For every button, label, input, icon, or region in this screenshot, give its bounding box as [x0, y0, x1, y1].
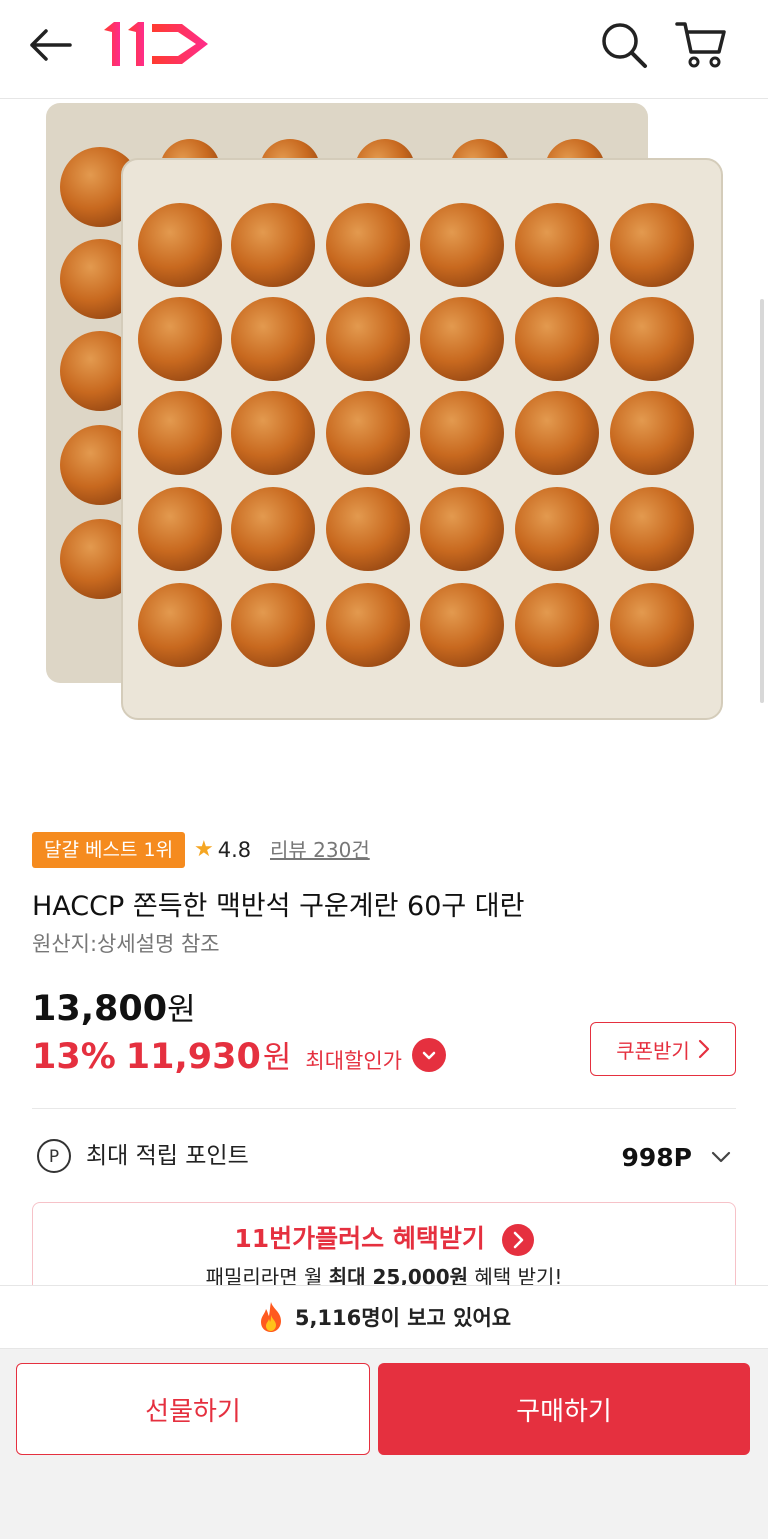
egg — [515, 297, 599, 381]
coupon-button-label: 쿠폰받기 — [616, 1038, 690, 1063]
product-image[interactable] — [0, 99, 768, 799]
egg — [138, 487, 222, 571]
best-badge: 달걀 베스트 1위 — [32, 832, 186, 868]
rating: ★ 4.8 — [194, 832, 251, 868]
points-label: 최대 적립 포인트 — [86, 1143, 249, 1169]
image-scrollbar[interactable] — [760, 299, 764, 703]
egg-tray-image — [46, 103, 723, 720]
egg — [231, 583, 315, 667]
egg — [420, 203, 504, 287]
bottom-action-area: 5,116명이 보고 있어요 선물하기 구매하기 — [0, 1285, 768, 1539]
sale-price-row: 13% 11,930 원 최대할인가 — [32, 1032, 446, 1077]
egg — [515, 583, 599, 667]
egg — [326, 583, 410, 667]
egg — [326, 203, 410, 287]
arrow-right-circle-icon[interactable] — [501, 1224, 534, 1256]
chevron-right-icon — [698, 1039, 709, 1059]
egg — [231, 487, 315, 571]
egg — [610, 583, 694, 667]
search-icon[interactable] — [598, 20, 650, 70]
egg — [326, 391, 410, 475]
gift-button[interactable]: 선물하기 — [16, 1363, 370, 1455]
logo-11st[interactable] — [100, 18, 212, 70]
divider — [32, 1108, 736, 1109]
egg — [138, 391, 222, 475]
egg — [138, 583, 222, 667]
egg — [231, 297, 315, 381]
egg — [515, 203, 599, 287]
sale-price: 11,930 — [125, 1037, 261, 1077]
point-icon: P — [37, 1139, 71, 1173]
egg — [420, 391, 504, 475]
buy-button[interactable]: 구매하기 — [378, 1363, 750, 1455]
egg — [610, 297, 694, 381]
chevron-down-circle-icon[interactable] — [411, 1037, 446, 1072]
egg — [610, 391, 694, 475]
egg — [326, 487, 410, 571]
points-row[interactable]: P 최대 적립 포인트 998P — [36, 1134, 736, 1178]
original-price: 13,800원 — [32, 984, 196, 1029]
back-arrow-icon[interactable] — [26, 24, 74, 66]
product-title: HACCP 쫀득한 맥반석 구운계란 60구 대란 — [32, 891, 525, 922]
egg — [231, 391, 315, 475]
origin-text: 원산지:상세설명 참조 — [32, 932, 220, 956]
cart-icon[interactable] — [674, 18, 728, 70]
egg — [610, 203, 694, 287]
egg — [420, 487, 504, 571]
egg — [515, 487, 599, 571]
viewers-notice: 5,116명이 보고 있어요 — [0, 1285, 768, 1349]
original-price-currency: 원 — [167, 992, 196, 1028]
svg-text:P: P — [49, 1147, 59, 1167]
review-count-link[interactable]: 리뷰 230건 — [270, 832, 370, 868]
original-price-value: 13,800 — [32, 989, 168, 1029]
chevron-down-icon[interactable] — [710, 1146, 732, 1168]
max-discount-label[interactable]: 최대할인가 — [305, 1045, 402, 1075]
egg — [515, 391, 599, 475]
viewers-text: 5,116명이 보고 있어요 — [294, 1306, 512, 1330]
star-icon: ★ — [194, 837, 214, 862]
egg — [420, 297, 504, 381]
egg — [326, 297, 410, 381]
plus-brand: 11번가플러스 — [234, 1224, 385, 1253]
egg — [420, 583, 504, 667]
coupon-button[interactable]: 쿠폰받기 — [590, 1022, 736, 1076]
fire-icon — [260, 1302, 281, 1332]
egg — [231, 203, 315, 287]
rating-value: 4.8 — [217, 838, 252, 862]
top-app-bar — [0, 0, 768, 99]
discount-rate: 13% — [32, 1037, 116, 1077]
sale-price-currency: 원 — [262, 1040, 292, 1076]
plus-title-suffix: 혜택받기 — [384, 1224, 485, 1253]
egg — [610, 487, 694, 571]
points-value: 998P — [621, 1143, 692, 1172]
egg — [138, 203, 222, 287]
egg — [138, 297, 222, 381]
plus-banner-title: 11번가플러스 혜택받기 — [33, 1219, 735, 1256]
